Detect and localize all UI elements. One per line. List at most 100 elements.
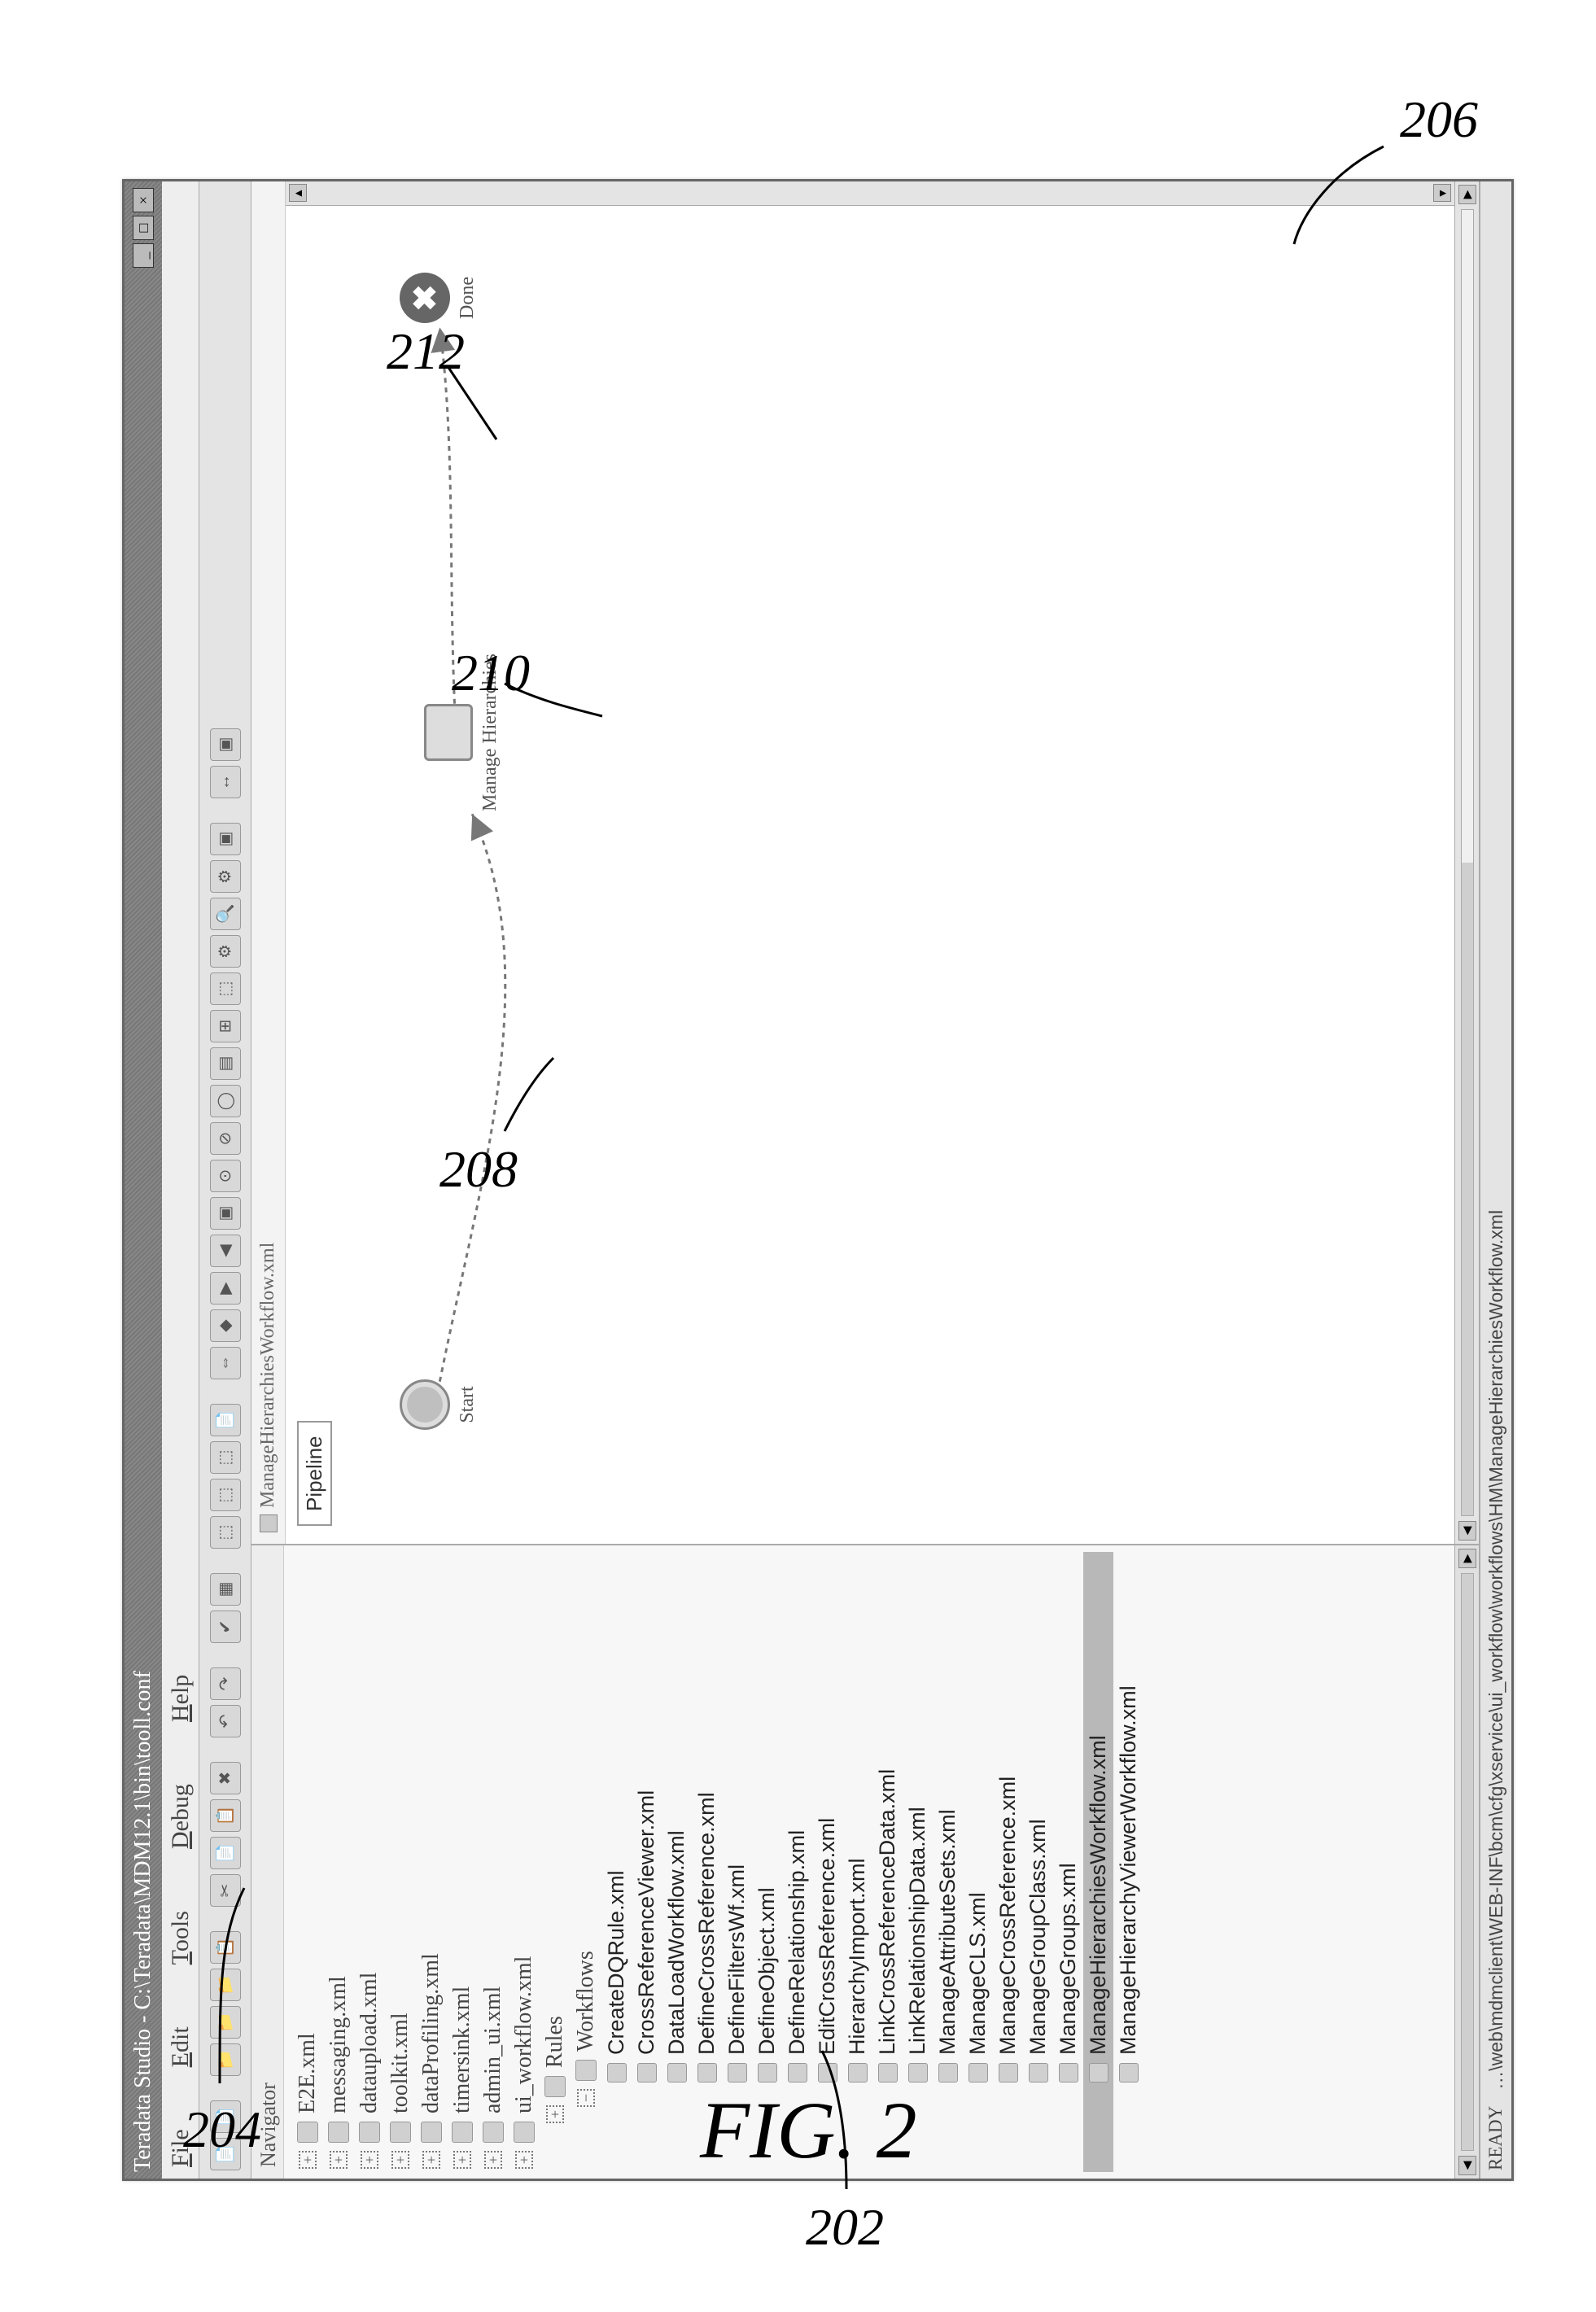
toolbar-button[interactable]: ⬚ bbox=[210, 1441, 241, 1474]
file-icon bbox=[359, 2122, 380, 2143]
toolbar-button[interactable]: ✔ bbox=[210, 1611, 241, 1643]
toolbar-button[interactable]: ▤ bbox=[210, 1047, 241, 1080]
editor-vscrollbar[interactable]: ▲ ▼ bbox=[286, 181, 1454, 206]
toolbar-button[interactable]: 🔍 bbox=[210, 898, 241, 930]
tree-item[interactable]: ManageGroupClass.xml bbox=[1023, 1552, 1053, 2172]
expand-icon[interactable]: + bbox=[330, 2151, 348, 2169]
toolbar-button[interactable]: 📄 bbox=[210, 1837, 241, 1869]
tree-item[interactable]: EditCrossReference.xml bbox=[812, 1552, 842, 2172]
collapse-icon[interactable]: − bbox=[577, 2089, 595, 2107]
scroll-right-icon[interactable]: ▶ bbox=[1458, 1549, 1476, 1568]
tree-item[interactable]: ManageCLS.xml bbox=[963, 1552, 993, 2172]
toolbar-button[interactable]: ▣ bbox=[210, 1197, 241, 1230]
menu-tools[interactable]: Tools bbox=[167, 1880, 195, 1965]
tree-item[interactable]: DefineRelationship.xml bbox=[782, 1552, 812, 2172]
tree-item[interactable]: DataLoadWorkflow.xml bbox=[662, 1552, 692, 2172]
editor-hscrollbar[interactable]: ◀ ▶ bbox=[1454, 181, 1479, 1544]
tree-item[interactable]: +E2E.xml bbox=[292, 1552, 323, 2172]
scroll-left-icon[interactable]: ◀ bbox=[1458, 2156, 1476, 2175]
tree-item[interactable]: DefineFiltersWf.xml bbox=[722, 1552, 752, 2172]
tree-item[interactable]: DefineCrossReference.xml bbox=[692, 1552, 722, 2172]
toolbar-button[interactable]: 📋 bbox=[210, 1931, 241, 1964]
toolbar-button[interactable]: ⊙ bbox=[210, 1160, 241, 1192]
tree-item[interactable]: +toolkit.xml bbox=[385, 1552, 416, 2172]
tree-item[interactable]: ManageHierarchiesWorkflow.xml bbox=[1083, 1552, 1113, 2172]
toolbar-button[interactable]: ⬚ bbox=[210, 972, 241, 1005]
maximize-button[interactable]: □ bbox=[133, 216, 154, 240]
toolbar-button[interactable]: ◯ bbox=[210, 1085, 241, 1117]
tree-item[interactable]: ManageAttributeSets.xml bbox=[933, 1552, 963, 2172]
workflow-done-node[interactable]: ✖ Done bbox=[400, 273, 479, 323]
tree-item[interactable]: +admin_ui.xml bbox=[478, 1552, 509, 2172]
toolbar-button[interactable]: ◀ bbox=[210, 1235, 241, 1267]
expand-icon[interactable]: + bbox=[546, 2105, 564, 2123]
file-icon bbox=[514, 2122, 535, 2143]
expand-icon[interactable]: + bbox=[422, 2151, 440, 2169]
toolbar-button[interactable]: 📋 bbox=[210, 1799, 241, 1832]
scroll-track[interactable] bbox=[1461, 209, 1474, 1516]
toolbar-button[interactable]: ⬚ bbox=[210, 1479, 241, 1511]
navigator-hscrollbar[interactable]: ◀ ▶ bbox=[1454, 1545, 1479, 2179]
toolbar-button[interactable]: ▣ bbox=[210, 823, 241, 855]
tree-item[interactable]: +ui_workflow.xml bbox=[509, 1552, 540, 2172]
expand-icon[interactable]: + bbox=[299, 2151, 317, 2169]
tree-item[interactable]: CrossReferenceViewer.xml bbox=[632, 1552, 662, 2172]
scroll-down-icon[interactable]: ▼ bbox=[1433, 185, 1451, 203]
workflow-arrows bbox=[286, 181, 1437, 1544]
expand-icon[interactable]: + bbox=[484, 2151, 502, 2169]
toolbar-button[interactable]: ✂ bbox=[210, 1874, 241, 1907]
toolbar-button[interactable]: ▣ bbox=[210, 728, 241, 761]
toolbar-button[interactable]: ⇔ bbox=[210, 1347, 241, 1379]
close-button[interactable]: × bbox=[133, 188, 154, 212]
tree-folder-rules[interactable]: +Rules bbox=[540, 1552, 571, 2172]
expand-icon[interactable]: + bbox=[391, 2151, 409, 2169]
tree-item[interactable]: LinkRelationshipData.xml bbox=[903, 1552, 933, 2172]
editor-tab[interactable]: ManageHierarchiesWorkflow.xml bbox=[251, 181, 286, 1544]
toolbar-button[interactable]: ▦ bbox=[210, 1573, 241, 1606]
toolbar-button[interactable]: ⚙ bbox=[210, 935, 241, 968]
scroll-thumb[interactable] bbox=[1462, 863, 1473, 1515]
tree-item-label: CrossReferenceViewer.xml bbox=[634, 1790, 659, 2055]
toolbar-button[interactable]: 📁 bbox=[210, 2043, 241, 2076]
tree-item[interactable]: +dataupload.xml bbox=[354, 1552, 385, 2172]
toolbar-button[interactable]: ⬚ bbox=[210, 1516, 241, 1549]
toolbar-button[interactable]: ✖ bbox=[210, 1762, 241, 1794]
expand-icon[interactable]: + bbox=[515, 2151, 533, 2169]
tree-item[interactable]: +messaging.xml bbox=[323, 1552, 354, 2172]
toolbar-button[interactable]: ⚙ bbox=[210, 860, 241, 893]
status-path: …\web\mdmclient\WEB-INF\bcm\cfg\xservice… bbox=[1485, 1210, 1507, 2090]
menu-debug[interactable]: Debug bbox=[167, 1753, 195, 1849]
menu-help[interactable]: Help bbox=[167, 1644, 195, 1722]
toolbar-button[interactable]: ⊞ bbox=[210, 1010, 241, 1042]
toolbar-button[interactable]: 📁 bbox=[210, 2006, 241, 2039]
minimize-button[interactable]: _ bbox=[133, 243, 154, 268]
tree-item[interactable]: CreateDQRule.xml bbox=[601, 1552, 632, 2172]
scroll-right-icon[interactable]: ▶ bbox=[1458, 185, 1476, 204]
scroll-thumb[interactable] bbox=[1461, 1573, 1474, 2151]
tree-item[interactable]: LinkCrossReferenceData.xml bbox=[872, 1552, 903, 2172]
expand-icon[interactable]: + bbox=[453, 2151, 471, 2169]
tree-item[interactable]: ManageGroups.xml bbox=[1053, 1552, 1083, 2172]
tree-item[interactable]: DefineObject.xml bbox=[752, 1552, 782, 2172]
file-icon bbox=[697, 2063, 717, 2083]
expand-icon[interactable]: + bbox=[361, 2151, 378, 2169]
scroll-left-icon[interactable]: ◀ bbox=[1458, 1521, 1476, 1541]
tree-item[interactable]: ManageCrossReference.xml bbox=[993, 1552, 1023, 2172]
editor-canvas[interactable]: Pipeline Start bbox=[286, 181, 1454, 1544]
toolbar-button[interactable]: ↶ bbox=[210, 1705, 241, 1737]
tree-item[interactable]: +dataProfiling.xml bbox=[416, 1552, 447, 2172]
toolbar-button[interactable]: ↔ bbox=[210, 766, 241, 798]
tree-item[interactable]: +timersink.xml bbox=[447, 1552, 478, 2172]
toolbar-button[interactable]: 📄 bbox=[210, 1404, 241, 1436]
tree-item[interactable]: HierarchyImport.xml bbox=[842, 1552, 872, 2172]
scroll-up-icon[interactable]: ▲ bbox=[289, 185, 307, 203]
tree-folder-workflows[interactable]: −Workflows bbox=[571, 1552, 601, 2172]
toolbar-button[interactable]: 📁 bbox=[210, 1969, 241, 2001]
toolbar-button[interactable]: ◆ bbox=[210, 1309, 241, 1342]
workflow-start-node[interactable]: Start bbox=[400, 1379, 479, 1430]
toolbar-button[interactable]: ⊘ bbox=[210, 1122, 241, 1155]
menu-edit[interactable]: Edit bbox=[167, 1995, 195, 2067]
toolbar-button[interactable]: ▶ bbox=[210, 1272, 241, 1305]
toolbar-button[interactable]: ↷ bbox=[210, 1667, 241, 1700]
tree-item[interactable]: ManageHierarchyViewerWorkflow.xml bbox=[1113, 1552, 1143, 2172]
